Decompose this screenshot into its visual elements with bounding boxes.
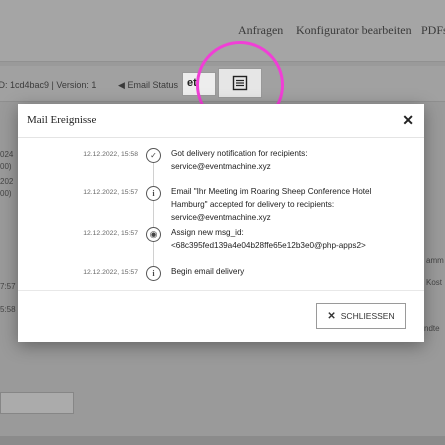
event-line: Assign new msg_id: [171,228,244,237]
event-line: Got delivery notification for recipients… [171,149,308,158]
modal-header: Mail Ereignisse ✕ [18,104,424,138]
event-message: Begin email delivery [171,265,393,278]
info-circle-icon: i [146,186,161,201]
event-timeline: 12.12.2022, 15:58 ✓ Got delivery notific… [18,139,424,289]
close-icon: ✕ [327,310,336,322]
event-line: service@eventmachine.xyz [171,162,271,171]
event-time: 12.12.2022, 15:58 [83,151,138,158]
event-time: 12.12.2022, 15:57 [83,230,138,237]
event-message: Assign new msg_id: <68c395fed139a4e04b28… [171,226,393,252]
mail-events-modal: Mail Ereignisse ✕ 12.12.2022, 15:58 ✓ Go… [18,104,424,342]
timeline-connector [153,153,154,275]
event-line: Hamburg" accepted for delivery to recipi… [171,200,335,209]
footer-divider [18,290,424,291]
info-circle-icon: i [146,266,161,281]
event-line: Email "Ihr Meeting im Roaring Sheep Conf… [171,187,372,196]
event-message: Email "Ihr Meeting im Roaring Sheep Conf… [171,185,393,224]
dot-circle-icon: ◉ [146,227,161,242]
event-time: 12.12.2022, 15:57 [83,189,138,196]
modal-title: Mail Ereignisse [27,114,97,126]
close-button-label: SCHLIESSEN [340,311,395,321]
event-time: 12.12.2022, 15:57 [83,269,138,276]
check-circle-icon: ✓ [146,148,161,163]
event-line: service@eventmachine.xyz [171,213,271,222]
close-button[interactable]: ✕ SCHLIESSEN [316,303,406,329]
close-icon[interactable]: ✕ [402,112,414,128]
event-message: Got delivery notification for recipients… [171,147,393,173]
event-line: Begin email delivery [171,267,245,276]
event-line: <68c395fed139a4e04b28ffe65e12b3e0@php-ap… [171,241,366,250]
